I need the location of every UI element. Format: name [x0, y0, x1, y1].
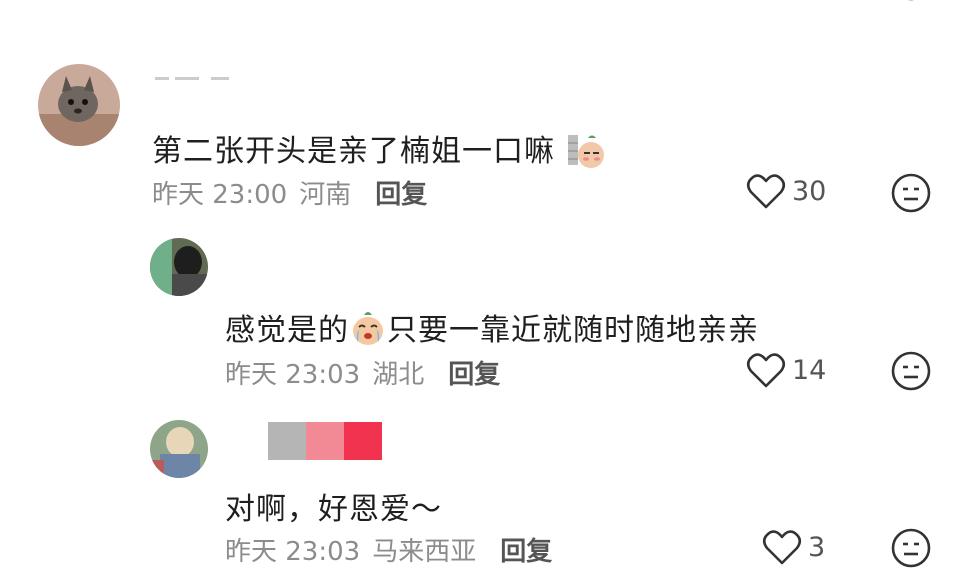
avatar[interactable] [150, 420, 208, 478]
reply-button[interactable]: 回复 [375, 174, 427, 211]
heart-icon [746, 353, 786, 388]
comment-text: 感觉是的 只要一靠近就随时随地亲亲 [225, 305, 759, 355]
like-count: 14 [792, 354, 827, 386]
like-button[interactable]: 3 [762, 528, 825, 566]
like-count: 30 [792, 175, 827, 207]
avatar[interactable] [150, 238, 208, 296]
location: 湖北 [372, 360, 425, 390]
dislike-button[interactable] [890, 172, 932, 214]
timestamp: 昨天 23:00 [152, 180, 288, 210]
top-dislike-icon-partial[interactable] [892, 0, 930, 10]
avatar[interactable] [38, 64, 120, 146]
username-blurred[interactable] [155, 68, 245, 80]
like-button[interactable]: 30 [746, 172, 826, 210]
comment-meta: 昨天 23:03 马来西亚 回复 [225, 531, 552, 568]
heart-icon [762, 530, 802, 565]
reply-button[interactable]: 回复 [448, 354, 500, 391]
crying-peanut-emoji [349, 309, 387, 355]
comment-meta: 昨天 23:03 湖北 回复 [225, 354, 500, 391]
username-blurred[interactable] [268, 422, 384, 460]
neutral-face-icon [891, 528, 931, 568]
comment-text: 第二张开头是亲了楠姐一口嘛 [152, 126, 606, 177]
dislike-button[interactable] [890, 350, 932, 392]
location: 马来西亚 [372, 537, 477, 567]
location: 河南 [299, 180, 352, 210]
neutral-face-icon [891, 173, 931, 213]
heart-icon [746, 174, 786, 209]
shy-peanut-emoji [566, 129, 606, 177]
timestamp: 昨天 23:03 [225, 537, 361, 567]
comment-meta: 昨天 23:00 河南 回复 [152, 174, 427, 211]
like-button[interactable]: 14 [746, 351, 826, 389]
neutral-face-icon [891, 351, 931, 391]
like-count: 3 [808, 531, 826, 563]
reply-button[interactable]: 回复 [500, 531, 552, 568]
dislike-button[interactable] [890, 527, 932, 569]
timestamp: 昨天 23:03 [225, 360, 361, 390]
comment-text: 对啊，好恩爱～ [225, 492, 442, 527]
top-like-icon-partial[interactable] [770, 0, 800, 10]
